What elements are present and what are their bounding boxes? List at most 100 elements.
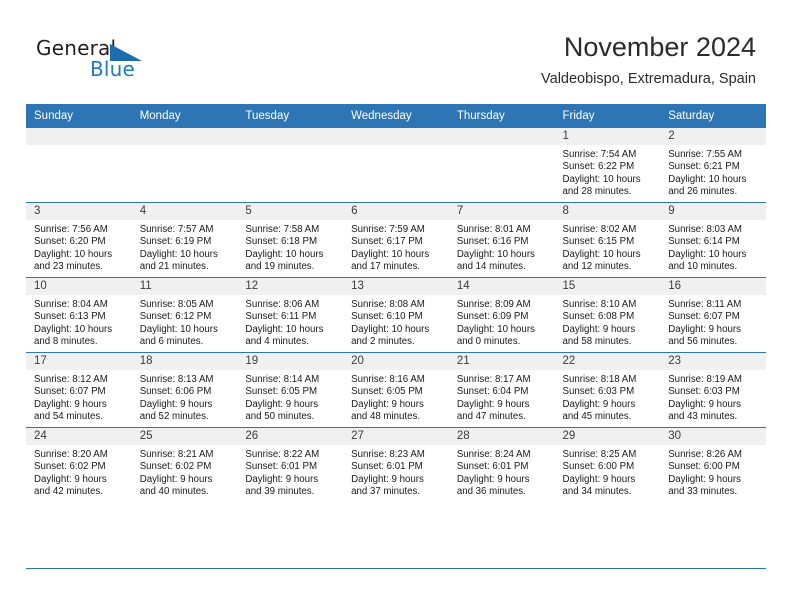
calendar-empty-cell — [26, 127, 132, 203]
daylight-text-line2: and 47 minutes. — [456, 411, 526, 423]
daylight-text-line1: Daylight: 10 hours — [668, 173, 747, 185]
calendar-day-cell[interactable]: 9 Sunrise: 8:03 AM Sunset: 6:14 PM Daylight… — [660, 202, 766, 278]
calendar-day-cell[interactable]: 11 Sunrise: 8:05 AM Sunset: 6:12 PM Dayligh… — [131, 277, 238, 353]
day-details: Sunrise: 8:14 AM Sunset: 6:05 PM Daylight:… — [237, 370, 343, 424]
sunset-text: Sunset: 6:18 PM — [245, 236, 318, 248]
calendar-day-cell[interactable]: 30 Sunrise: 8:26 AM Sunset: 6:00 PM Dayligh… — [660, 427, 766, 502]
daylight-text-line1: Daylight: 10 hours — [562, 248, 641, 260]
sunrise-text: Sunrise: 7:59 AM — [351, 224, 425, 235]
sunrise-text: Sunrise: 8:26 AM — [668, 449, 742, 460]
location-subtitle: Valdeobispo, Extremadura, Spain — [541, 71, 756, 87]
calendar-day-cell[interactable]: 17 Sunrise: 8:12 AM Sunset: 6:07 PM Dayligh… — [26, 352, 132, 428]
sunrise-text: Sunrise: 8:19 AM — [668, 374, 742, 385]
daylight-text-line2: and 43 minutes. — [668, 411, 738, 423]
calendar-day-cell[interactable]: 14 Sunrise: 8:09 AM Sunset: 6:09 PM Dayligh… — [448, 277, 555, 353]
daylight-text-line1: Daylight: 9 hours — [139, 398, 213, 410]
weekday-header-thursday: Thursday — [448, 104, 555, 128]
calendar-week-row: 1 Sunrise: 7:54 AM Sunset: 6:22 PM Daylight… — [26, 127, 766, 203]
daylight-text-line2: and 6 minutes. — [139, 336, 204, 348]
sunrise-text: Sunrise: 8:06 AM — [245, 299, 320, 310]
daylight-text-line2: and 45 minutes. — [562, 411, 632, 423]
day-details: Sunrise: 8:23 AM Sunset: 6:01 PM Daylight:… — [343, 445, 449, 499]
daylight-text-line2: and 33 minutes. — [668, 486, 738, 498]
daylight-text-line2: and 23 minutes. — [34, 261, 103, 273]
day-number — [343, 128, 449, 145]
day-number: 4 — [131, 203, 238, 220]
daylight-text-line2: and 0 minutes. — [456, 336, 521, 348]
calendar-day-cell[interactable]: 19 Sunrise: 8:14 AM Sunset: 6:05 PM Dayligh… — [237, 352, 344, 428]
sunrise-text: Sunrise: 8:03 AM — [668, 224, 742, 235]
calendar-day-cell[interactable]: 1 Sunrise: 7:54 AM Sunset: 6:22 PM Daylight… — [554, 127, 661, 203]
sunrise-text: Sunrise: 8:09 AM — [456, 299, 531, 310]
calendar-day-cell[interactable]: 28 Sunrise: 8:24 AM Sunset: 6:01 PM Dayligh… — [448, 427, 555, 502]
daylight-text-line2: and 39 minutes. — [245, 486, 315, 498]
sunrise-text: Sunrise: 8:18 AM — [562, 374, 637, 385]
sunset-text: Sunset: 6:22 PM — [562, 161, 635, 173]
day-details: Sunrise: 8:04 AM Sunset: 6:13 PM Daylight:… — [26, 295, 132, 349]
sunset-text: Sunset: 6:05 PM — [351, 386, 423, 398]
day-number: 2 — [660, 128, 766, 145]
sunset-text: Sunset: 6:12 PM — [139, 311, 212, 323]
weekday-header-saturday: Saturday — [660, 104, 766, 128]
daylight-text-line1: Daylight: 10 hours — [245, 323, 324, 335]
day-number: 10 — [26, 278, 132, 295]
day-details: Sunrise: 8:01 AM Sunset: 6:16 PM Daylight:… — [449, 220, 555, 274]
daylight-text-line2: and 4 minutes. — [245, 336, 309, 348]
calendar-day-cell[interactable]: 18 Sunrise: 8:13 AM Sunset: 6:06 PM Dayligh… — [131, 352, 238, 428]
day-details: Sunrise: 8:12 AM Sunset: 6:07 PM Daylight:… — [26, 370, 132, 424]
daylight-text-line1: Daylight: 9 hours — [245, 473, 319, 485]
daylight-text-line1: Daylight: 9 hours — [668, 473, 741, 485]
calendar-day-cell[interactable]: 21 Sunrise: 8:17 AM Sunset: 6:04 PM Dayligh… — [448, 352, 555, 428]
sunset-text: Sunset: 6:01 PM — [456, 461, 529, 473]
calendar-day-cell[interactable]: 16 Sunrise: 8:11 AM Sunset: 6:07 PM Dayligh… — [660, 277, 766, 353]
calendar-week-row: 3 Sunrise: 7:56 AM Sunset: 6:20 PM Daylight… — [26, 202, 766, 278]
calendar-day-cell[interactable]: 4 Sunrise: 7:57 AM Sunset: 6:19 PM Daylight… — [131, 202, 238, 278]
calendar-week-row: 17 Sunrise: 8:12 AM Sunset: 6:07 PM Dayligh… — [26, 352, 766, 428]
masthead: General Blue November 2024 Valdeobispo, … — [0, 0, 792, 104]
calendar-day-cell[interactable]: 10 Sunrise: 8:04 AM Sunset: 6:13 PM Dayligh… — [26, 277, 132, 353]
calendar-day-cell[interactable]: 15 Sunrise: 8:10 AM Sunset: 6:08 PM Dayligh… — [554, 277, 661, 353]
sunrise-text: Sunrise: 8:04 AM — [34, 299, 108, 310]
day-number — [448, 128, 555, 145]
day-number: 15 — [554, 278, 661, 295]
day-details: Sunrise: 8:06 AM Sunset: 6:11 PM Daylight:… — [237, 295, 343, 349]
calendar-day-cell[interactable]: 5 Sunrise: 7:58 AM Sunset: 6:18 PM Daylight… — [237, 202, 344, 278]
calendar-day-cell[interactable]: 3 Sunrise: 7:56 AM Sunset: 6:20 PM Daylight… — [26, 202, 132, 278]
sunrise-text: Sunrise: 8:23 AM — [351, 449, 425, 460]
calendar-day-cell[interactable]: 2 Sunrise: 7:55 AM Sunset: 6:21 PM Daylight… — [660, 127, 766, 203]
general-blue-logo[interactable]: General Blue — [36, 36, 186, 88]
sunset-text: Sunset: 6:10 PM — [351, 311, 423, 323]
weekday-header-wednesday: Wednesday — [343, 104, 449, 128]
calendar-day-cell[interactable]: 25 Sunrise: 8:21 AM Sunset: 6:02 PM Dayligh… — [131, 427, 238, 502]
calendar-day-cell[interactable]: 12 Sunrise: 8:06 AM Sunset: 6:11 PM Dayligh… — [237, 277, 344, 353]
calendar-day-cell[interactable]: 27 Sunrise: 8:23 AM Sunset: 6:01 PM Dayligh… — [343, 427, 449, 502]
calendar-body: 1 Sunrise: 7:54 AM Sunset: 6:22 PM Daylight… — [26, 127, 766, 502]
sunset-text: Sunset: 6:08 PM — [562, 311, 635, 323]
sunrise-text: Sunrise: 8:12 AM — [34, 374, 108, 385]
calendar-day-cell[interactable]: 26 Sunrise: 8:22 AM Sunset: 6:01 PM Dayligh… — [237, 427, 344, 502]
calendar-day-cell[interactable]: 22 Sunrise: 8:18 AM Sunset: 6:03 PM Dayligh… — [554, 352, 661, 428]
daylight-text-line1: Daylight: 10 hours — [245, 248, 324, 260]
calendar-day-cell[interactable]: 6 Sunrise: 7:59 AM Sunset: 6:17 PM Daylight… — [343, 202, 449, 278]
daylight-text-line1: Daylight: 9 hours — [668, 398, 741, 410]
calendar-day-cell[interactable]: 23 Sunrise: 8:19 AM Sunset: 6:03 PM Dayligh… — [660, 352, 766, 428]
calendar-day-cell[interactable]: 8 Sunrise: 8:02 AM Sunset: 6:15 PM Daylight… — [554, 202, 661, 278]
sunrise-text: Sunrise: 8:16 AM — [351, 374, 425, 385]
daylight-text-line2: and 14 minutes. — [456, 261, 526, 273]
daylight-text-line2: and 2 minutes. — [351, 336, 415, 348]
day-number: 12 — [237, 278, 344, 295]
calendar-day-cell[interactable]: 13 Sunrise: 8:08 AM Sunset: 6:10 PM Dayligh… — [343, 277, 449, 353]
daylight-text-line2: and 28 minutes. — [562, 186, 632, 198]
daylight-text-line1: Daylight: 9 hours — [562, 323, 636, 335]
calendar-day-cell[interactable]: 20 Sunrise: 8:16 AM Sunset: 6:05 PM Dayligh… — [343, 352, 449, 428]
daylight-text-line2: and 48 minutes. — [351, 411, 421, 423]
calendar-day-cell[interactable]: 24 Sunrise: 8:20 AM Sunset: 6:02 PM Dayligh… — [26, 427, 132, 502]
calendar-day-cell[interactable]: 7 Sunrise: 8:01 AM Sunset: 6:16 PM Daylight… — [448, 202, 555, 278]
sunset-text: Sunset: 6:15 PM — [562, 236, 635, 248]
sunset-text: Sunset: 6:06 PM — [139, 386, 212, 398]
daylight-text-line2: and 10 minutes. — [668, 261, 738, 273]
calendar-day-cell[interactable]: 29 Sunrise: 8:25 AM Sunset: 6:00 PM Dayligh… — [554, 427, 661, 502]
day-details: Sunrise: 8:10 AM Sunset: 6:08 PM Daylight:… — [555, 295, 661, 349]
sunset-text: Sunset: 6:07 PM — [668, 311, 740, 323]
day-number: 30 — [660, 428, 766, 445]
